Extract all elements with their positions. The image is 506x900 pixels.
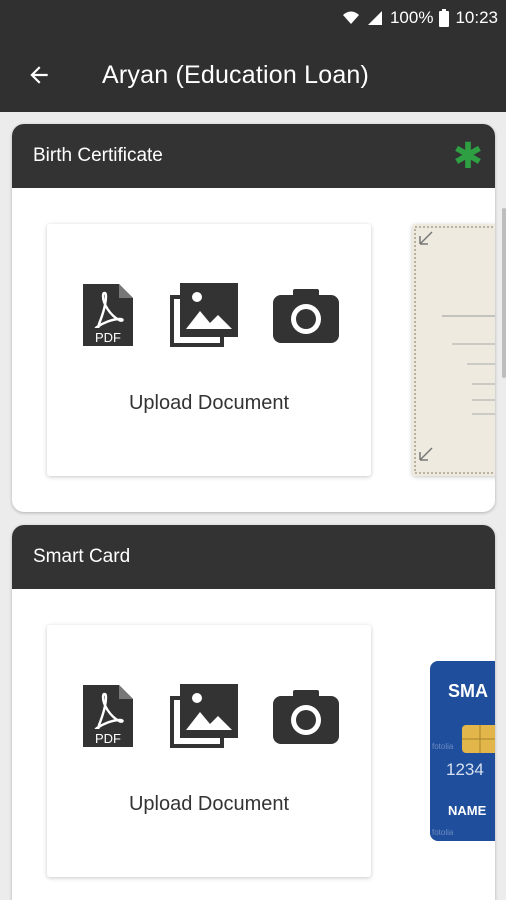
card-title: Smart Card [33,546,131,567]
gallery-icon[interactable] [169,684,238,748]
status-bar: 100% 10:23 [342,6,498,30]
gallery-icon[interactable] [169,283,238,347]
svg-text:PDF: PDF [95,731,121,746]
svg-text:PDF: PDF [95,330,121,345]
svg-text:1234: 1234 [446,760,484,779]
upload-document-label: Upload Document [128,793,290,815]
svg-text:fotolia: fotolia [432,742,454,751]
upload-document-tile[interactable]: PDF Upload Document [47,625,371,877]
page-title: Aryan (Education Loan) [102,60,370,89]
document-card-smart-card: Smart Card PDF Upload Document SMA 1234 … [12,525,495,900]
uploaded-document-thumbnail[interactable] [412,224,495,476]
smart-card-thumbnail: SMA 1234 NAME fotolia fotolia [412,625,495,877]
upload-document-label: Upload Document [128,392,290,414]
scrollbar[interactable] [502,208,506,378]
upload-options: PDF [47,282,371,348]
card-body: PDF Upload [12,188,495,512]
card-header: Smart Card [12,525,495,589]
signal-icon [366,9,384,27]
svg-text:fotolia: fotolia [432,828,454,837]
clock: 10:23 [455,8,498,27]
document-list[interactable]: Birth Certificate ✱ PDF Upload Document … [0,112,506,900]
required-asterisk-icon: ✱ [452,135,483,176]
svg-text:SMA: SMA [448,681,488,701]
card-body: PDF Upload [12,589,495,900]
camera-icon[interactable] [273,287,340,343]
arrow-back-icon [30,66,48,84]
battery-percent: 100% [389,8,434,27]
pdf-file-icon[interactable]: PDF [79,683,135,749]
svg-text:NAME: NAME [448,803,487,818]
toolbar: Aryan (Education Loan) [0,40,506,110]
wifi-icon [342,9,360,27]
app-bar: 100% 10:23 Aryan (Education Loan) [0,0,506,112]
battery-icon [439,9,450,27]
birth-certificate-thumbnail [412,224,495,476]
upload-document-tile[interactable]: PDF Upload Document [47,224,371,476]
pdf-file-icon[interactable]: PDF [79,282,135,348]
card-header: Birth Certificate ✱ [12,124,495,188]
uploaded-document-thumbnail[interactable]: SMA 1234 NAME fotolia fotolia [412,625,495,877]
card-title: Birth Certificate [33,145,163,166]
back-button[interactable] [12,48,66,102]
upload-options: PDF [47,683,371,749]
camera-icon[interactable] [273,688,340,744]
document-card-birth-certificate: Birth Certificate ✱ PDF Upload Document [12,124,495,512]
